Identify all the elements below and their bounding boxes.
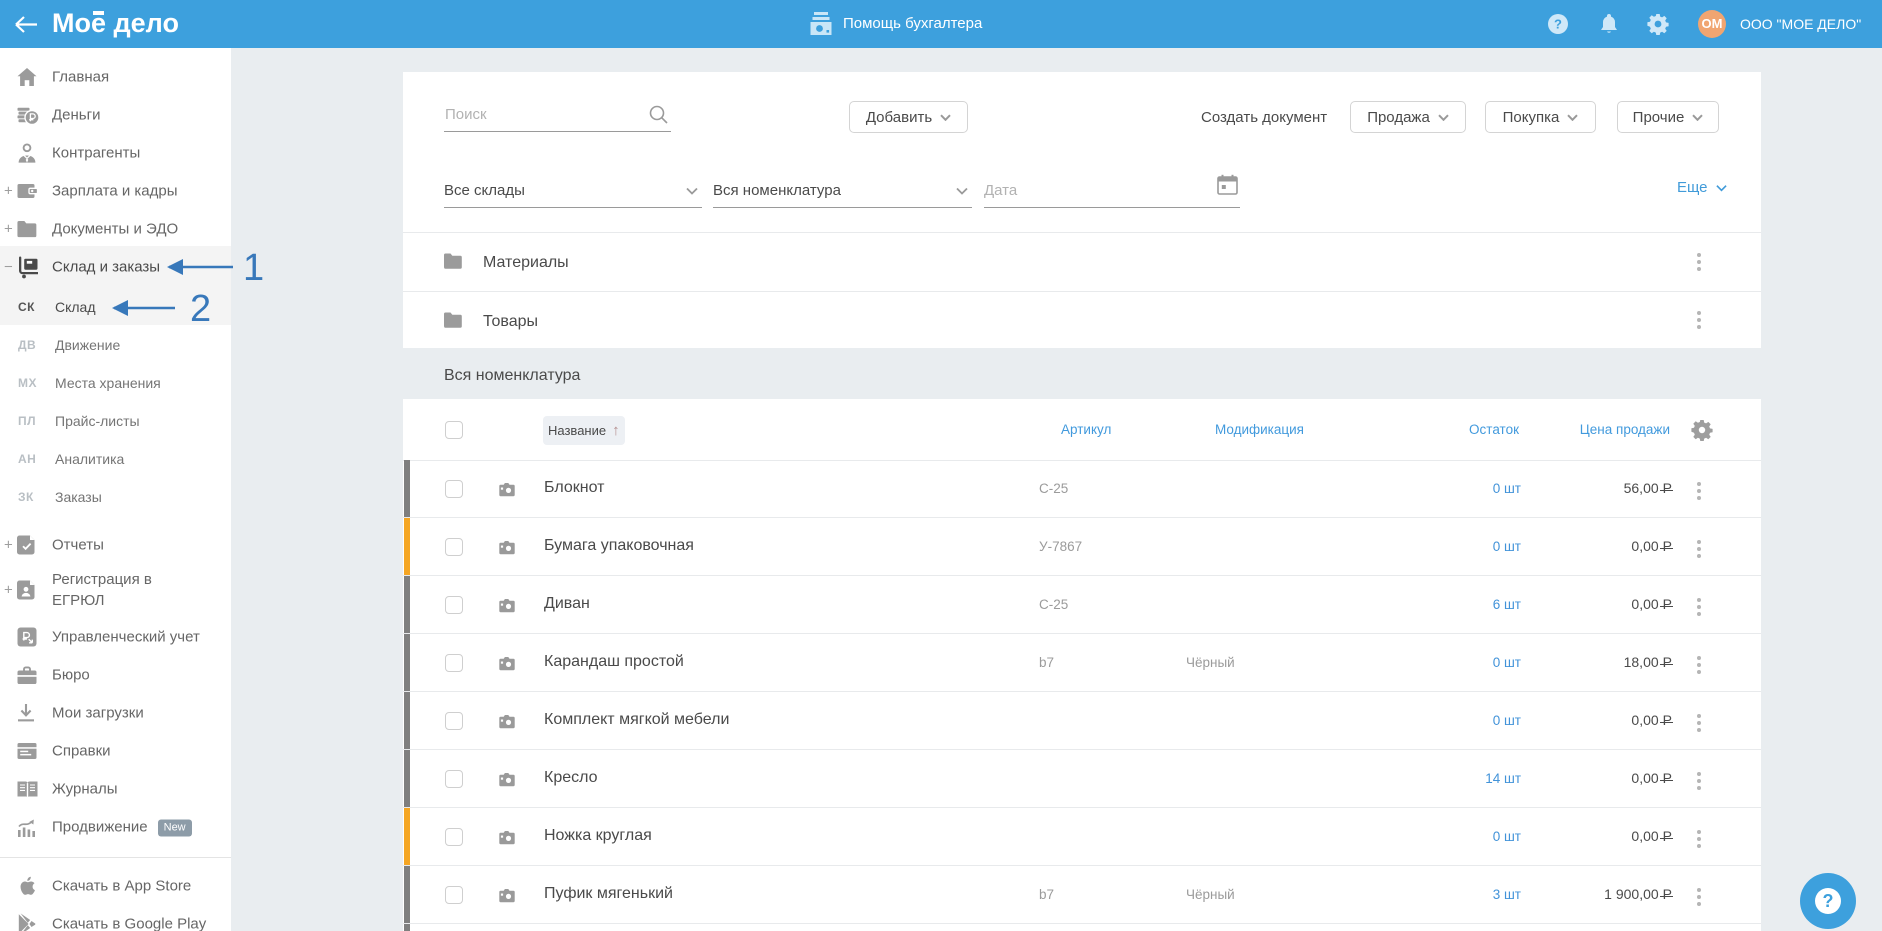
svg-text:?: ? — [1554, 17, 1562, 32]
